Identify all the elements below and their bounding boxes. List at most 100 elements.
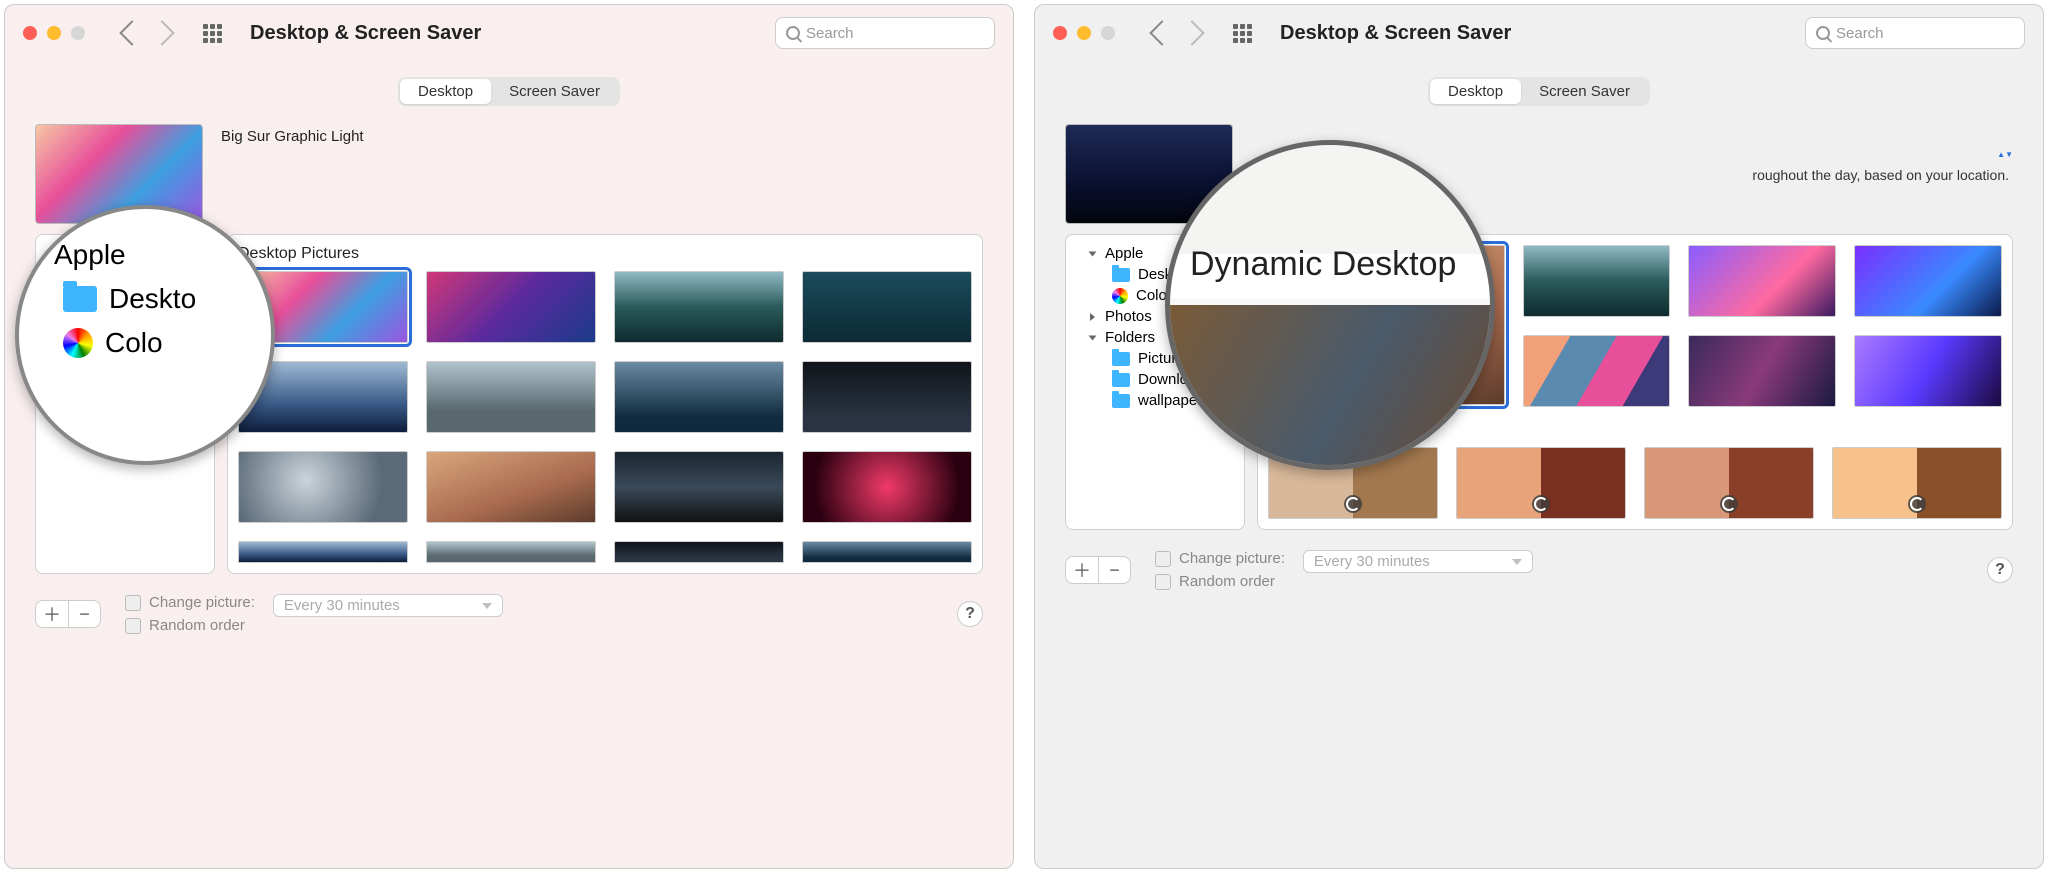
zoom-icon[interactable] [1101, 26, 1115, 40]
panel-right: Desktop & Screen Saver Search Desktop Sc… [1034, 4, 2044, 869]
wallpaper-thumb[interactable] [614, 271, 784, 343]
wallpaper-thumb[interactable] [426, 271, 596, 343]
folder-icon [1112, 352, 1130, 366]
remove-folder-button[interactable]: − [68, 601, 100, 627]
wallpaper-thumb[interactable] [802, 541, 972, 563]
tab-screensaver[interactable]: Screen Saver [1521, 79, 1648, 104]
minimize-icon[interactable] [1077, 26, 1091, 40]
wallpaper-thumb[interactable] [1523, 245, 1671, 317]
wallpaper-thumb[interactable] [426, 361, 596, 433]
wallpaper-thumb[interactable] [1688, 245, 1836, 317]
search-placeholder: Search [1836, 25, 1884, 42]
random-order-checkbox[interactable] [125, 618, 141, 634]
wallpaper-thumb[interactable] [1854, 335, 2002, 407]
magnify-colors-label: Colo [105, 327, 163, 359]
remove-folder-button[interactable]: − [1098, 557, 1130, 583]
wallpaper-thumb[interactable] [238, 541, 408, 563]
forward-button[interactable] [149, 20, 174, 45]
wallpaper-thumb[interactable] [426, 541, 596, 563]
dynamic-icon [1532, 495, 1550, 513]
magnifier-callout: Apple Deskto Colo [15, 205, 275, 465]
folder-icon [1112, 268, 1130, 282]
titlebar: Desktop & Screen Saver Search [1035, 5, 2043, 61]
dynamic-icon [1908, 495, 1926, 513]
wallpaper-thumb[interactable] [1523, 335, 1671, 407]
forward-button[interactable] [1179, 20, 1204, 45]
preview-row: ▲▼ roughout the day, based on your locat… [1035, 114, 2043, 234]
wallpaper-gallery: Desktop Pictures [227, 234, 983, 574]
titlebar: Desktop & Screen Saver Search [5, 5, 1013, 61]
gallery-title: Desktop Pictures [238, 245, 972, 263]
wallpaper-thumb[interactable] [426, 451, 596, 523]
wallpaper-thumb[interactable] [802, 361, 972, 433]
change-picture-row: Change picture: [1155, 550, 1285, 567]
change-picture-label: Change picture: [149, 594, 255, 611]
wallpaper-thumb[interactable] [238, 451, 408, 523]
change-picture-checkbox[interactable] [1155, 551, 1171, 567]
tab-desktop[interactable]: Desktop [400, 79, 491, 104]
chevron-updown-icon: ▲▼ [1997, 150, 2013, 159]
tab-desktop[interactable]: Desktop [1430, 79, 1521, 104]
search-icon [786, 26, 800, 40]
back-button[interactable] [1149, 20, 1174, 45]
thumb-grid [238, 271, 972, 523]
magnify-scene [1170, 305, 1490, 465]
add-folder-button[interactable]: ＋ [1066, 557, 1098, 583]
wallpaper-name: Big Sur Graphic Light [221, 128, 364, 145]
add-folder-button[interactable]: ＋ [36, 601, 68, 627]
window-title: Desktop & Screen Saver [250, 22, 481, 45]
tab-group: Desktop Screen Saver [1035, 77, 2043, 106]
wallpaper-thumb[interactable] [1688, 335, 1836, 407]
random-order-label: Random order [149, 617, 245, 634]
wallpaper-thumb[interactable] [614, 451, 784, 523]
bottom-controls: ＋ − Change picture: Random order Every 3… [1035, 542, 2043, 610]
help-button[interactable]: ? [1987, 557, 2013, 583]
wallpaper-thumb[interactable] [614, 541, 784, 563]
window-controls [1053, 26, 1115, 40]
wallpaper-thumb[interactable] [1832, 447, 2002, 519]
magnifier-callout: Dynamic Desktop [1165, 140, 1495, 470]
all-prefs-icon[interactable] [203, 24, 222, 43]
random-order-row: Random order [1155, 573, 1285, 590]
close-icon[interactable] [23, 26, 37, 40]
folder-icon [63, 286, 97, 312]
minimize-icon[interactable] [47, 26, 61, 40]
tab-screensaver[interactable]: Screen Saver [491, 79, 618, 104]
search-field[interactable]: Search [1805, 17, 2025, 49]
change-picture-checkbox[interactable] [125, 595, 141, 611]
color-wheel-icon [1112, 288, 1128, 304]
dynamic-icon [1344, 495, 1362, 513]
search-field[interactable]: Search [775, 17, 995, 49]
change-picture-label: Change picture: [1179, 550, 1285, 567]
tab-group: Desktop Screen Saver [5, 77, 1013, 106]
window-title: Desktop & Screen Saver [1280, 22, 1511, 45]
add-remove-buttons: ＋ − [1065, 556, 1131, 584]
wallpaper-thumb[interactable] [802, 271, 972, 343]
close-icon[interactable] [1053, 26, 1067, 40]
help-button[interactable]: ? [957, 601, 983, 627]
color-wheel-icon [63, 328, 93, 358]
panel-left: Desktop & Screen Saver Search Desktop Sc… [4, 4, 1014, 869]
change-picture-row: Change picture: [125, 594, 255, 611]
nav-arrows [123, 24, 171, 42]
random-order-row: Random order [125, 617, 255, 634]
wallpaper-thumb[interactable] [1854, 245, 2002, 317]
all-prefs-icon[interactable] [1233, 24, 1252, 43]
random-order-label: Random order [1179, 573, 1275, 590]
back-button[interactable] [119, 20, 144, 45]
magnify-dynamic-label: Dynamic Desktop [1190, 245, 1470, 284]
bottom-controls: ＋ − Change picture: Random order Every 3… [5, 586, 1013, 654]
window-controls [23, 26, 85, 40]
zoom-icon[interactable] [71, 26, 85, 40]
magnify-apple-label: Apple [54, 239, 126, 271]
thumb-grid-partial [238, 541, 972, 563]
wallpaper-thumb[interactable] [802, 451, 972, 523]
interval-select[interactable]: Every 30 minutes [1303, 550, 1533, 573]
wallpaper-thumb[interactable] [614, 361, 784, 433]
wallpaper-thumb[interactable] [1644, 447, 1814, 519]
search-placeholder: Search [806, 25, 854, 42]
dynamic-icon [1720, 495, 1738, 513]
add-remove-buttons: ＋ − [35, 600, 101, 628]
interval-select[interactable]: Every 30 minutes [273, 594, 503, 617]
random-order-checkbox[interactable] [1155, 574, 1171, 590]
